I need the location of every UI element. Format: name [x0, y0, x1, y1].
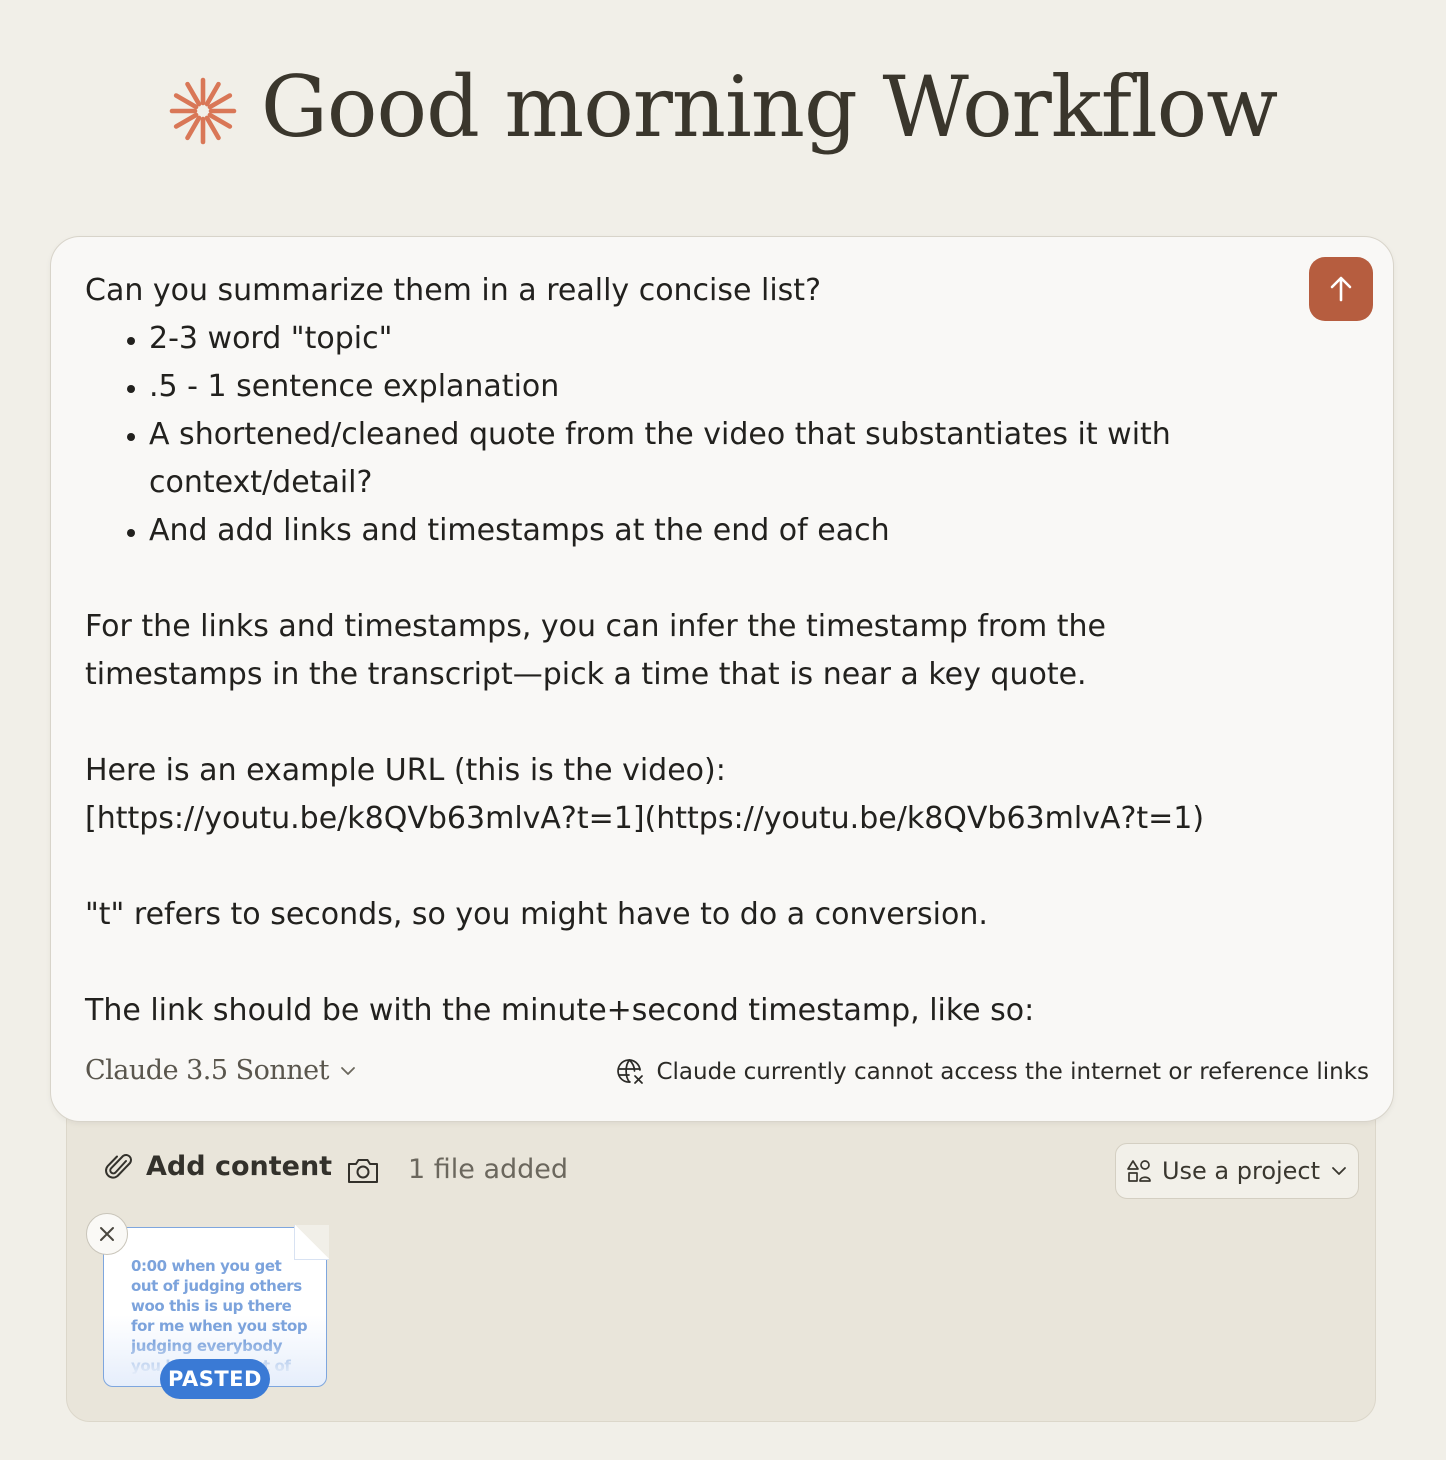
screenshot-button[interactable]: [346, 1154, 380, 1192]
message-intro: Can you summarize them in a really conci…: [85, 273, 821, 308]
message-bullet: A shortened/cleaned quote from the video…: [149, 411, 1209, 507]
add-content-button[interactable]: Add content: [104, 1150, 332, 1182]
claude-starburst-icon: [169, 77, 237, 145]
message-paragraph-line: "t" refers to seconds, so you might have…: [85, 897, 988, 932]
message-bullet: .5 - 1 sentence explanation: [149, 363, 1285, 411]
project-shapes-icon: [1127, 1160, 1151, 1182]
message-composer[interactable]: Can you summarize them in a really conci…: [50, 236, 1394, 1122]
attachment-preview-text: 0:00 when you get out of judging others …: [131, 1257, 308, 1375]
message-paragraph-line: For the links and timestamps, you can in…: [85, 609, 1106, 644]
message-input[interactable]: Can you summarize them in a really conci…: [85, 267, 1285, 1035]
remove-attachment-button[interactable]: [86, 1213, 128, 1255]
page-fold: [294, 1225, 329, 1260]
arrow-up-icon: [1330, 276, 1352, 302]
message-paragraph-line: The link should be with the minute+secon…: [85, 993, 1035, 1028]
model-selector[interactable]: Claude 3.5 Sonnet: [85, 1055, 357, 1086]
message-bullet: 2-3 word "topic": [149, 315, 1285, 363]
greeting-header: Good morning Workflow: [0, 52, 1446, 162]
paperclip-icon: [105, 1154, 132, 1179]
close-icon: [100, 1227, 114, 1241]
message-url-line: [https://youtu.be/k8QVb63mlvA?t=1](https…: [85, 801, 1205, 836]
pasted-attachment[interactable]: 0:00 when you get out of judging others …: [103, 1225, 329, 1399]
internet-access-notice: Claude currently cannot access the inter…: [616, 1057, 1369, 1087]
message-paragraph-line: Here is an example URL (this is the vide…: [85, 753, 726, 788]
pasted-badge: PASTED: [160, 1359, 270, 1399]
model-label: Claude 3.5 Sonnet: [85, 1055, 330, 1086]
message-bullet-list: 2-3 word "topic" .5 - 1 sentence explana…: [85, 315, 1285, 555]
use-project-button[interactable]: Use a project: [1115, 1143, 1359, 1199]
message-bullet: And add links and timestamps at the end …: [149, 507, 1285, 555]
chevron-down-icon: [341, 1066, 355, 1075]
file-count: 1 file added: [408, 1154, 569, 1185]
send-button[interactable]: [1309, 257, 1373, 321]
add-content-label: Add content: [146, 1150, 333, 1182]
message-paragraph-line: timestamps in the transcript—pick a time…: [85, 657, 1087, 692]
camera-icon: [348, 1159, 378, 1183]
globe-offline-icon: [617, 1059, 644, 1084]
greeting-title: Good morning Workflow: [260, 58, 1278, 156]
use-project-label: Use a project: [1161, 1157, 1321, 1185]
notice-text: Claude currently cannot access the inter…: [656, 1059, 1369, 1085]
chevron-down-icon: [1332, 1167, 1346, 1175]
